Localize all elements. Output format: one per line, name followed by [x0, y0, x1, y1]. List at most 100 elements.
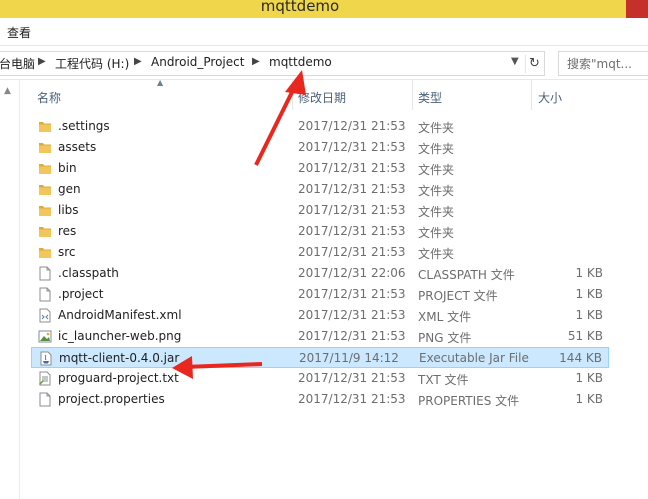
file-size: 51 KB — [567, 329, 603, 343]
file-name: bin — [58, 161, 77, 175]
file-modified-date: 2017/12/31 21:53 — [298, 308, 406, 322]
column-type[interactable]: 类型 — [418, 89, 442, 106]
file-modified-date: 2017/12/31 22:06 — [298, 266, 406, 280]
file-row[interactable]: gen 2017/12/31 21:53 文件夹 — [31, 179, 609, 200]
breadcrumb-chevron-icon[interactable]: ▶ — [252, 56, 260, 67]
file-name: .settings — [58, 119, 110, 133]
file-modified-date: 2017/12/31 21:53 — [298, 224, 406, 238]
breadcrumb-chevron-icon[interactable]: ▶ — [38, 56, 46, 67]
file-name: project.properties — [58, 392, 165, 406]
file-row[interactable]: bin 2017/12/31 21:53 文件夹 — [31, 158, 609, 179]
column-name[interactable]: 名称 — [37, 89, 61, 106]
scroll-up-icon[interactable]: ▲ — [4, 86, 11, 96]
file-type: 文件夹 — [418, 121, 455, 135]
file-size: 1 KB — [575, 266, 603, 280]
file-size: 1 KB — [575, 371, 603, 385]
file-size: 1 KB — [575, 308, 603, 322]
file-row[interactable]: libs 2017/12/31 21:53 文件夹 — [31, 200, 609, 221]
file-type: TXT 文件 — [418, 373, 469, 387]
window-title: mqttdemo — [260, 0, 340, 15]
breadcrumb-this-pc[interactable]: 台电脑 — [0, 55, 35, 72]
file-type: XML 文件 — [418, 310, 472, 324]
file-modified-date: 2017/12/31 21:53 — [298, 245, 406, 259]
column-size[interactable]: 大小 — [538, 89, 562, 106]
folder-icon — [38, 224, 52, 239]
breadcrumb-chevron-icon[interactable]: ▶ — [134, 56, 142, 67]
jar-file-icon — [39, 351, 53, 366]
file-modified-date: 2017/12/31 21:53 — [298, 392, 406, 406]
explorer-window: mqttdemo 查看 台电脑 ▶ 工程代码 (H:) ▶ Android_Pr… — [0, 0, 648, 499]
file-type: 文件夹 — [418, 142, 455, 156]
file-modified-date: 2017/12/31 21:53 — [298, 140, 406, 154]
file-row[interactable]: src 2017/12/31 21:53 文件夹 — [31, 242, 609, 263]
file-size: 1 KB — [575, 287, 603, 301]
file-type: 文件夹 — [418, 247, 455, 261]
folder-icon — [38, 161, 52, 176]
file-type: CLASSPATH 文件 — [418, 268, 515, 282]
file-modified-date: 2017/12/31 21:53 — [298, 371, 406, 385]
file-name: gen — [58, 182, 81, 196]
navigation-pane[interactable]: ▲ — [0, 80, 20, 499]
title-bar[interactable]: mqttdemo — [0, 0, 648, 18]
folder-icon — [38, 203, 52, 218]
refresh-icon[interactable]: ↻ — [525, 55, 543, 73]
column-header: 名称 ▲ 修改日期 类型 大小 — [20, 78, 648, 110]
sort-ascending-icon: ▲ — [157, 78, 164, 87]
file-name: libs — [58, 203, 79, 217]
file-modified-date: 2017/12/31 21:53 — [298, 161, 406, 175]
column-divider[interactable] — [531, 80, 532, 110]
search-box[interactable] — [558, 51, 648, 76]
file-row[interactable]: project.properties 2017/12/31 21:53 PROPER… — [31, 389, 609, 410]
folder-icon — [38, 140, 52, 155]
file-row[interactable]: .classpath 2017/12/31 22:06 CLASSPATH 文件 1 … — [31, 263, 609, 284]
file-type: Executable Jar File — [419, 351, 529, 365]
file-icon — [38, 266, 52, 281]
file-name: .classpath — [58, 266, 119, 280]
file-name: AndroidManifest.xml — [58, 308, 182, 322]
ribbon: 查看 — [0, 18, 648, 46]
file-icon — [38, 392, 52, 407]
file-modified-date: 2017/12/31 21:53 — [298, 119, 406, 133]
file-row[interactable]: res 2017/12/31 21:53 文件夹 — [31, 221, 609, 242]
file-modified-date: 2017/12/31 21:53 — [298, 203, 406, 217]
tab-view[interactable]: 查看 — [7, 24, 31, 41]
address-bar[interactable]: 台电脑 ▶ 工程代码 (H:) ▶ Android_Project ▶ mqtt… — [0, 51, 545, 76]
breadcrumb-mqttdemo[interactable]: mqttdemo — [269, 55, 332, 69]
file-row[interactable]: .settings 2017/12/31 21:53 文件夹 — [31, 116, 609, 137]
close-button[interactable] — [626, 0, 648, 18]
file-modified-date: 2017/12/31 21:53 — [298, 329, 406, 343]
file-size: 1 KB — [575, 392, 603, 406]
file-row[interactable]: assets 2017/12/31 21:53 文件夹 — [31, 137, 609, 158]
address-dropdown-icon[interactable]: ▼ — [511, 56, 519, 67]
file-row[interactable]: proguard-project.txt 2017/12/31 21:53 TXT … — [31, 368, 609, 389]
column-divider[interactable] — [292, 80, 293, 110]
folder-icon — [38, 245, 52, 260]
file-type: 文件夹 — [418, 163, 455, 177]
file-modified-date: 2017/12/31 21:53 — [298, 287, 406, 301]
breadcrumb-drive[interactable]: 工程代码 (H:) — [55, 55, 129, 72]
image-file-icon — [38, 329, 52, 344]
file-row[interactable]: AndroidManifest.xml 2017/12/31 21:53 XML 文… — [31, 305, 609, 326]
file-name: .project — [58, 287, 104, 301]
column-date[interactable]: 修改日期 — [298, 89, 346, 106]
breadcrumb-android-project[interactable]: Android_Project — [151, 55, 244, 69]
text-file-icon — [38, 371, 52, 386]
xml-file-icon — [38, 308, 52, 323]
search-input[interactable] — [567, 56, 641, 71]
file-name: res — [58, 224, 77, 238]
file-type: PROJECT 文件 — [418, 289, 498, 303]
folder-icon — [38, 119, 52, 134]
file-name: mqtt-client-0.4.0.jar — [59, 351, 180, 365]
file-modified-date: 2017/12/31 21:53 — [298, 182, 406, 196]
file-type: 文件夹 — [418, 205, 455, 219]
column-divider[interactable] — [412, 80, 413, 110]
file-name: assets — [58, 140, 97, 154]
file-icon — [38, 287, 52, 302]
file-row[interactable]: mqtt-client-0.4.0.jar 2017/11/9 14:12 Exec… — [31, 347, 609, 368]
file-size: 144 KB — [559, 351, 602, 365]
file-type: 文件夹 — [418, 226, 455, 240]
file-type: PROPERTIES 文件 — [418, 394, 520, 408]
file-row[interactable]: .project 2017/12/31 21:53 PROJECT 文件 1 KB — [31, 284, 609, 305]
folder-icon — [38, 182, 52, 197]
file-row[interactable]: ic_launcher-web.png 2017/12/31 21:53 PNG 文… — [31, 326, 609, 347]
